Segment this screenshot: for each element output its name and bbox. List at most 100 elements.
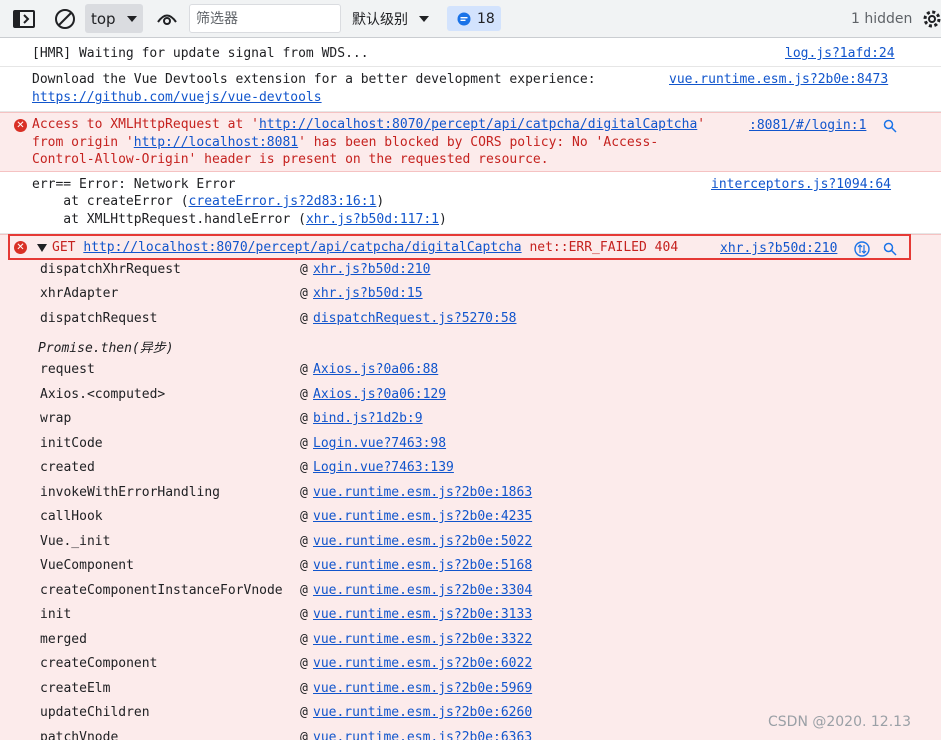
stack-trace: dispatchXhrRequest @ xhr.js?b50d:210 xhrAd… xyxy=(0,262,941,740)
frame-location-link[interactable]: vue.runtime.esm.js?2b0e:5969 xyxy=(313,681,532,696)
console-message-network-error: err== Error: Network Error at createErro… xyxy=(0,172,941,234)
stack-frame: created @ Login.vue?7463:139 xyxy=(0,457,941,481)
error-icon: ✕ xyxy=(14,119,27,132)
message-text: Download the Vue Devtools extension for … xyxy=(32,72,596,87)
console-message-devtools: Download the Vue Devtools extension for … xyxy=(0,67,941,112)
frame-at: @ xyxy=(300,705,308,720)
frame-location-link[interactable]: vue.runtime.esm.js?2b0e:6260 xyxy=(313,705,532,720)
stack-frame: init @ vue.runtime.esm.js?2b0e:3133 xyxy=(0,604,941,628)
stack-frame: request @ Axios.js?0a06:88 xyxy=(0,359,941,383)
stack-frame: createComponent @ vue.runtime.esm.js?2b0e:… xyxy=(0,653,941,677)
frame-location-link[interactable]: Login.vue?7463:139 xyxy=(313,460,454,475)
message-source-link[interactable]: interceptors.js?1094:64 xyxy=(711,177,891,192)
frame-location-link[interactable]: vue.runtime.esm.js?2b0e:3133 xyxy=(313,607,532,622)
frame-location-link[interactable]: Login.vue?7463:98 xyxy=(313,436,446,451)
frame-at: @ xyxy=(300,607,308,622)
toggle-sidebar-button[interactable] xyxy=(10,0,38,38)
frame-at: @ xyxy=(300,558,308,573)
dropdown-triangle-icon xyxy=(419,15,429,22)
frame-at: @ xyxy=(300,387,308,402)
frame-function: initCode xyxy=(40,436,103,451)
frame-function: callHook xyxy=(40,509,103,524)
frame-function: created xyxy=(40,460,95,475)
stack-frame: dispatchRequest @ dispatchRequest.js?5270:… xyxy=(0,308,941,332)
frame-function: dispatchXhrRequest xyxy=(40,262,181,277)
message-source-link[interactable]: :8081/#/login:1 xyxy=(749,118,866,133)
frame-location-link[interactable]: vue.runtime.esm.js?2b0e:4235 xyxy=(313,509,532,524)
frame-location-link[interactable]: xhr.js?b50d:15 xyxy=(313,286,423,301)
frame-function: request xyxy=(40,362,95,377)
error-text: Access to XMLHttpRequest at ' xyxy=(32,117,259,132)
frame-at: @ xyxy=(300,460,308,475)
frame-at: @ xyxy=(300,362,308,377)
stack-frame: callHook @ vue.runtime.esm.js?2b0e:4235 xyxy=(0,506,941,530)
frame-function: createComponent xyxy=(40,656,158,671)
console-settings-button[interactable] xyxy=(920,0,941,38)
filter-input[interactable] xyxy=(189,4,341,33)
frame-location-link[interactable]: vue.runtime.esm.js?2b0e:1863 xyxy=(313,485,532,500)
frame-function: dispatchRequest xyxy=(40,311,158,326)
error-text: from origin ' xyxy=(32,135,134,150)
stack-link[interactable]: createError.js?2d83:16:1 xyxy=(189,194,377,209)
request-url-link[interactable]: http://localhost:8070/percept/api/catpch… xyxy=(259,117,697,132)
log-levels-label: 默认级别 xyxy=(352,11,408,28)
frame-at: @ xyxy=(300,411,308,426)
issues-chat-icon xyxy=(457,12,471,25)
frame-function: init xyxy=(40,607,72,622)
message-source-link[interactable]: log.js?1afd:24 xyxy=(785,46,895,61)
console-toolbar: top 默认级别 18 1 hidden xyxy=(0,0,941,38)
frame-function: Vue._init xyxy=(40,534,111,549)
frame-function: createElm xyxy=(40,681,111,696)
frame-location-link[interactable]: vue.runtime.esm.js?2b0e:6363 xyxy=(313,730,532,740)
issues-badge[interactable]: 18 xyxy=(447,6,501,31)
frame-location-link[interactable]: vue.runtime.esm.js?2b0e:5168 xyxy=(313,558,532,573)
frame-at: @ xyxy=(300,311,308,326)
frame-location-link[interactable]: vue.runtime.esm.js?2b0e:3304 xyxy=(313,583,532,598)
stack-frame: createComponentInstanceForVnode @ vue.runt… xyxy=(0,580,941,604)
context-label: top xyxy=(91,9,116,28)
stack-frame: VueComponent @ vue.runtime.esm.js?2b0e:516… xyxy=(0,555,941,579)
frame-at: @ xyxy=(300,509,308,524)
gear-icon xyxy=(923,10,941,28)
async-label: Promise.then(异步) xyxy=(38,341,174,356)
console-error-cors: ✕ Access to XMLHttpRequest at 'http://lo… xyxy=(0,112,941,172)
origin-link[interactable]: http://localhost:8081 xyxy=(134,135,298,150)
stack-frame: Axios.<computed> @ Axios.js?0a06:129 xyxy=(0,384,941,408)
frame-location-link[interactable]: xhr.js?b50d:210 xyxy=(313,262,430,277)
message-text: at XMLHttpRequest.handleError ( xyxy=(32,212,306,227)
frame-location-link[interactable]: dispatchRequest.js?5270:58 xyxy=(313,311,517,326)
frame-at: @ xyxy=(300,730,308,740)
log-levels-dropdown[interactable]: 默认级别 xyxy=(352,4,430,33)
error-text: ' xyxy=(697,117,706,132)
message-text: ) xyxy=(439,212,447,227)
clear-console-button[interactable] xyxy=(51,0,79,38)
stack-frame: invokeWithErrorHandling @ vue.runtime.esm.… xyxy=(0,482,941,506)
frame-at: @ xyxy=(300,262,308,277)
frame-location-link[interactable]: vue.runtime.esm.js?2b0e:3322 xyxy=(313,632,532,647)
frame-at: @ xyxy=(300,436,308,451)
frame-location-link[interactable]: Axios.js?0a06:88 xyxy=(313,362,438,377)
frame-at: @ xyxy=(300,485,308,500)
error-text: Control-Allow-Origin' header is present … xyxy=(32,152,549,167)
console-message-hmr: [HMR] Waiting for update signal from WDS… xyxy=(0,40,941,67)
search-icon[interactable] xyxy=(883,119,897,133)
frame-location-link[interactable]: bind.js?1d2b:9 xyxy=(313,411,423,426)
message-text: at createError ( xyxy=(32,194,189,209)
frame-location-link[interactable]: vue.runtime.esm.js?2b0e:6022 xyxy=(313,656,532,671)
frame-at: @ xyxy=(300,286,308,301)
frame-location-link[interactable]: Axios.js?0a06:129 xyxy=(313,387,446,402)
frame-function: merged xyxy=(40,632,87,647)
frame-at: @ xyxy=(300,632,308,647)
message-text: err== Error: Network Error xyxy=(32,177,236,192)
frame-function: patchVnode xyxy=(40,730,119,740)
stack-frame: xhrAdapter @ xhr.js?b50d:15 xyxy=(0,283,941,307)
error-text: ' has been blocked by CORS policy: No 'A… xyxy=(298,135,659,150)
dropdown-triangle-icon xyxy=(126,15,137,22)
message-source-link[interactable]: vue.runtime.esm.js?2b0e:8473 xyxy=(669,72,888,87)
live-expression-button[interactable] xyxy=(153,0,181,38)
devtools-link[interactable]: https://github.com/vuejs/vue-devtools xyxy=(32,90,322,105)
stack-link[interactable]: xhr.js?b50d:117:1 xyxy=(306,212,439,227)
context-selector[interactable]: top xyxy=(85,4,143,33)
frame-location-link[interactable]: vue.runtime.esm.js?2b0e:5022 xyxy=(313,534,532,549)
stack-frame: dispatchXhrRequest @ xhr.js?b50d:210 xyxy=(0,262,941,283)
